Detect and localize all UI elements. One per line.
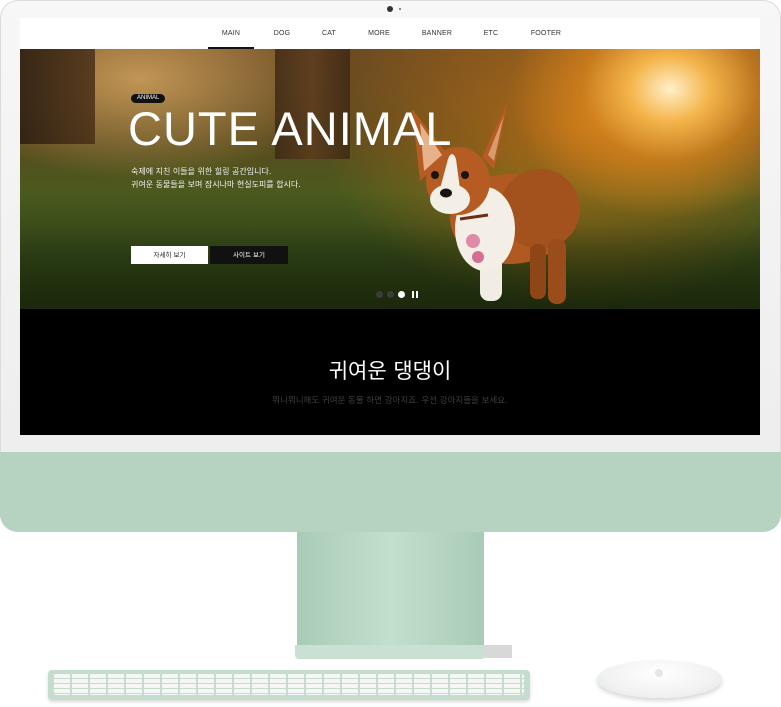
dog-section: 귀여운 댕댕이 뭐니뭐니해도 귀여운 동물 하면 강아지죠. 우선 강아지들을 …	[20, 309, 760, 435]
imac-display: MAIN DOG CAT MORE BANNER ETC FOOTER ANIM…	[0, 0, 781, 532]
apple-logo-icon	[655, 669, 663, 677]
nav-item-footer[interactable]: FOOTER	[526, 18, 566, 47]
nav-item-etc[interactable]: ETC	[478, 18, 504, 47]
nav-item-more[interactable]: MORE	[363, 18, 395, 47]
website-screen: MAIN DOG CAT MORE BANNER ETC FOOTER ANIM…	[20, 18, 760, 435]
nav-item-banner[interactable]: BANNER	[417, 18, 457, 47]
section-subtitle: 뭐니뭐니해도 귀여운 동물 하면 강아지죠. 우선 강아지들을 보세요.	[272, 396, 508, 406]
hero-description-line: 귀여운 동물들을 보며 잠시나마 현실도피를 합시다.	[131, 180, 301, 189]
magic-mouse	[597, 660, 722, 698]
hero-description-line: 숙제에 지친 이들을 위한 힐링 공간입니다.	[131, 167, 272, 176]
top-nav: MAIN DOG CAT MORE BANNER ETC FOOTER	[20, 18, 760, 50]
keyboard	[48, 670, 530, 700]
view-site-button[interactable]: 사이트 보기	[210, 246, 288, 264]
section-title: 귀여운 댕댕이	[328, 359, 452, 383]
imac-stand	[297, 532, 484, 645]
stand-shadow	[484, 645, 512, 658]
hero-headline: CUTE ANIMAL	[128, 102, 453, 155]
camera-icon	[387, 6, 393, 12]
tree-trunk-left	[20, 49, 95, 144]
hero-banner: ANIMAL CUTE ANIMAL 숙제에 지친 이들을 위한 힐링 공간입니…	[20, 49, 760, 309]
keyboard-key-rows	[54, 674, 524, 695]
slider-dot[interactable]	[376, 291, 383, 298]
pause-icon[interactable]	[411, 291, 419, 298]
imac-stand-base	[295, 645, 485, 659]
view-details-button[interactable]: 자세히 보기	[131, 246, 208, 264]
nav-item-dog[interactable]: DOG	[267, 18, 297, 47]
nav-item-cat[interactable]: CAT	[314, 18, 344, 47]
nav-item-main[interactable]: MAIN	[208, 18, 254, 49]
light-sensor	[399, 8, 401, 10]
slider-dot[interactable]	[387, 291, 394, 298]
slider-dot-active[interactable]	[398, 291, 405, 298]
hero-description: 숙제에 지친 이들을 위한 힐링 공간입니다. 귀여운 동물들을 보며 잠시나마…	[131, 165, 301, 191]
imac-chin	[0, 452, 781, 532]
